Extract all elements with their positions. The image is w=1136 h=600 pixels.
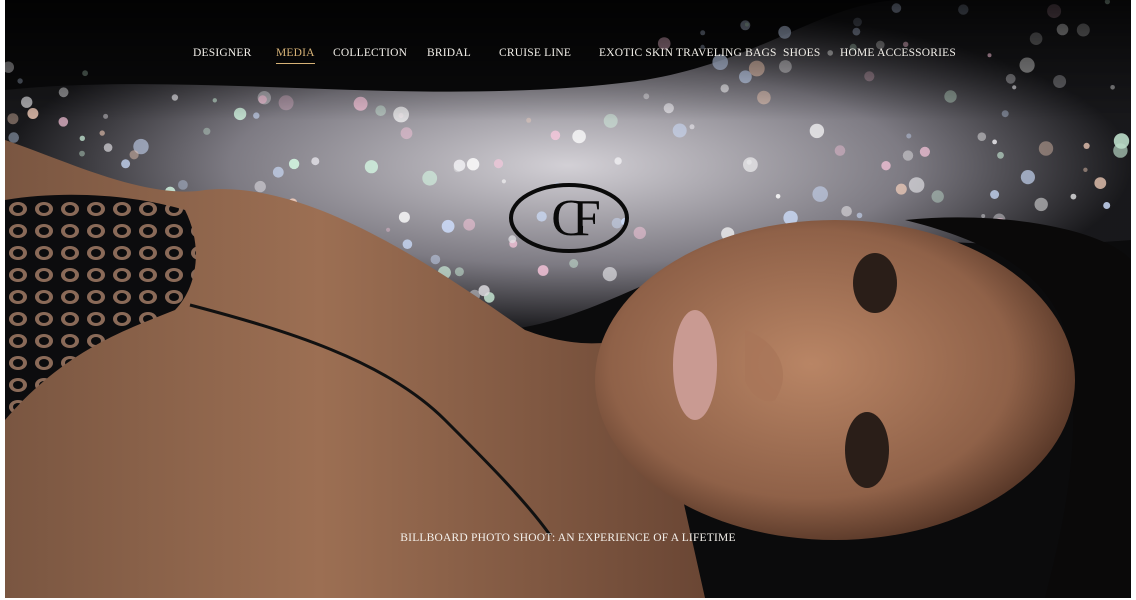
brand-logo[interactable]: CF bbox=[507, 180, 631, 256]
logo-monogram: CF bbox=[551, 189, 600, 247]
nav-item-collection[interactable]: COLLECTION bbox=[333, 47, 407, 59]
nav-item-media[interactable]: MEDIA bbox=[276, 47, 315, 64]
nav-item-exotic-skin-traveling-bags[interactable]: EXOTIC SKIN TRAVELING BAGS bbox=[599, 47, 777, 59]
nav-item-cruise-line[interactable]: CRUISE LINE bbox=[499, 47, 571, 59]
main-navigation: DESIGNER MEDIA COLLECTION BRIDAL CRUISE … bbox=[5, 47, 1131, 69]
nav-item-home-accessories[interactable]: HOME ACCESSORIES bbox=[840, 47, 956, 59]
nav-item-bridal[interactable]: BRIDAL bbox=[427, 47, 471, 59]
nav-item-shoes[interactable]: SHOES bbox=[783, 47, 820, 59]
hero-section: DESIGNER MEDIA COLLECTION BRIDAL CRUISE … bbox=[5, 0, 1131, 598]
hero-caption-link[interactable]: BILLBOARD PHOTO SHOOT: AN EXPERIENCE OF … bbox=[5, 532, 1131, 544]
nav-item-designer[interactable]: DESIGNER bbox=[193, 47, 251, 59]
hero-photo bbox=[5, 0, 1131, 598]
